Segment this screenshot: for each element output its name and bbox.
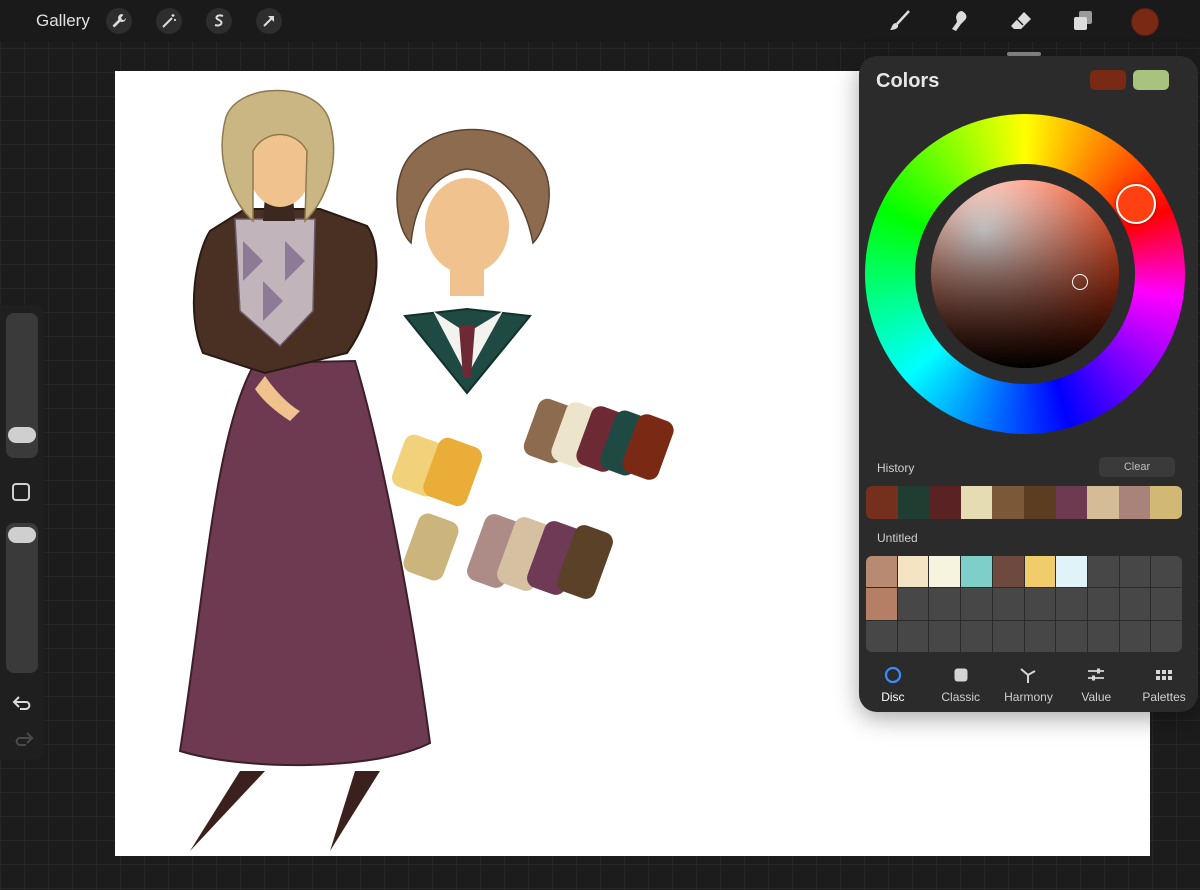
history-swatch[interactable] [929, 486, 961, 519]
tab-label: Value [1081, 690, 1112, 704]
palette-swatch[interactable] [866, 556, 897, 588]
palette-swatch[interactable] [1024, 556, 1056, 588]
empty-palette-slot[interactable] [1151, 588, 1182, 620]
tab-label: Palettes [1142, 690, 1186, 704]
tab-label: Classic [941, 690, 981, 704]
classic-icon [951, 666, 971, 684]
redo-icon[interactable] [11, 729, 35, 749]
opacity-slider[interactable] [6, 523, 38, 673]
undo-icon[interactable] [11, 693, 35, 713]
empty-palette-slot[interactable] [961, 620, 992, 652]
opacity-thumb[interactable] [8, 527, 36, 543]
palette-swatch[interactable] [929, 556, 961, 588]
magic-wand-icon[interactable] [156, 8, 182, 34]
brush-size-thumb[interactable] [8, 427, 36, 443]
tab-palettes[interactable]: Palettes [1130, 662, 1198, 708]
current-color-button[interactable] [1131, 8, 1159, 36]
palette-swatch[interactable] [897, 556, 929, 588]
brush-size-slider[interactable] [6, 313, 38, 458]
palette-swatch[interactable] [1056, 556, 1087, 588]
modify-square-button[interactable] [12, 483, 30, 501]
history-swatch[interactable] [1055, 486, 1088, 519]
clear-history-button[interactable]: Clear [1099, 457, 1175, 477]
secondary-color-swatch[interactable] [1133, 70, 1169, 90]
palette-grid [866, 556, 1182, 652]
empty-palette-slot[interactable] [1119, 620, 1151, 652]
palette-swatch[interactable] [992, 556, 1024, 588]
history-swatch[interactable] [1023, 486, 1056, 519]
saturation-knob[interactable] [1072, 274, 1088, 290]
color-disc[interactable] [865, 114, 1185, 434]
bust-figure [396, 128, 550, 395]
history-swatch[interactable] [866, 486, 898, 519]
tab-value[interactable]: Value [1062, 662, 1130, 708]
selection-icon[interactable] [206, 8, 232, 34]
empty-palette-slot[interactable] [1151, 620, 1182, 652]
primary-color-swatch[interactable] [1090, 70, 1126, 90]
gallery-button[interactable]: Gallery [36, 11, 90, 31]
empty-palette-slot[interactable] [1024, 620, 1056, 652]
colors-panel: Colors History Clear Untitled Disc Class… [859, 56, 1198, 712]
empty-palette-slot[interactable] [1024, 588, 1056, 620]
empty-palette-slot[interactable] [1087, 620, 1119, 652]
colors-panel-title: Colors [876, 70, 940, 92]
empty-palette-slot[interactable] [1119, 588, 1151, 620]
empty-palette-slot[interactable] [929, 588, 961, 620]
tab-harmony[interactable]: Harmony [995, 662, 1063, 708]
canvas-color-swatches [391, 398, 674, 599]
full-body-figure [178, 89, 432, 851]
disc-icon [883, 666, 903, 684]
palette-swatch[interactable] [961, 556, 992, 588]
empty-palette-slot[interactable] [1151, 556, 1182, 588]
history-label: History [877, 461, 915, 475]
harmony-icon [1018, 666, 1038, 684]
empty-palette-slot[interactable] [992, 588, 1024, 620]
tab-label: Harmony [1004, 690, 1053, 704]
empty-palette-slot[interactable] [1087, 556, 1119, 588]
empty-palette-slot[interactable] [992, 620, 1024, 652]
history-swatch[interactable] [960, 486, 993, 519]
tab-classic[interactable]: Classic [927, 662, 995, 708]
palettes-grid-icon [1154, 666, 1174, 684]
transform-icon[interactable] [256, 8, 282, 34]
eraser-icon[interactable] [1006, 6, 1036, 36]
palette-swatch[interactable] [866, 588, 897, 620]
empty-palette-slot[interactable] [1087, 588, 1119, 620]
value-sliders-icon [1086, 666, 1106, 684]
empty-palette-slot[interactable] [897, 620, 929, 652]
wrench-icon[interactable] [106, 8, 132, 34]
hue-knob[interactable] [1116, 184, 1156, 224]
color-mode-tabs: Disc Classic Harmony Value Palettes [859, 662, 1198, 708]
history-swatch[interactable] [1150, 486, 1182, 519]
history-swatch[interactable] [992, 486, 1024, 519]
brush-icon[interactable] [885, 6, 915, 36]
smudge-icon[interactable] [945, 6, 975, 36]
history-swatch[interactable] [897, 486, 930, 519]
palette-name-label: Untitled [877, 531, 918, 545]
saturation-brightness-disc[interactable] [931, 180, 1119, 368]
tab-disc[interactable]: Disc [859, 662, 927, 708]
empty-palette-slot[interactable] [1056, 588, 1087, 620]
history-swatch[interactable] [1087, 486, 1119, 519]
history-swatches [866, 486, 1182, 519]
tab-label: Disc [881, 690, 905, 704]
empty-palette-slot[interactable] [1056, 620, 1087, 652]
layers-icon[interactable] [1068, 6, 1098, 36]
history-swatch[interactable] [1118, 486, 1151, 519]
empty-palette-slot[interactable] [929, 620, 961, 652]
empty-palette-slot[interactable] [961, 588, 992, 620]
left-sidebar [0, 305, 44, 760]
top-toolbar: Gallery [0, 0, 1200, 42]
empty-palette-slot[interactable] [897, 588, 929, 620]
empty-palette-slot[interactable] [866, 620, 897, 652]
empty-palette-slot[interactable] [1119, 556, 1151, 588]
